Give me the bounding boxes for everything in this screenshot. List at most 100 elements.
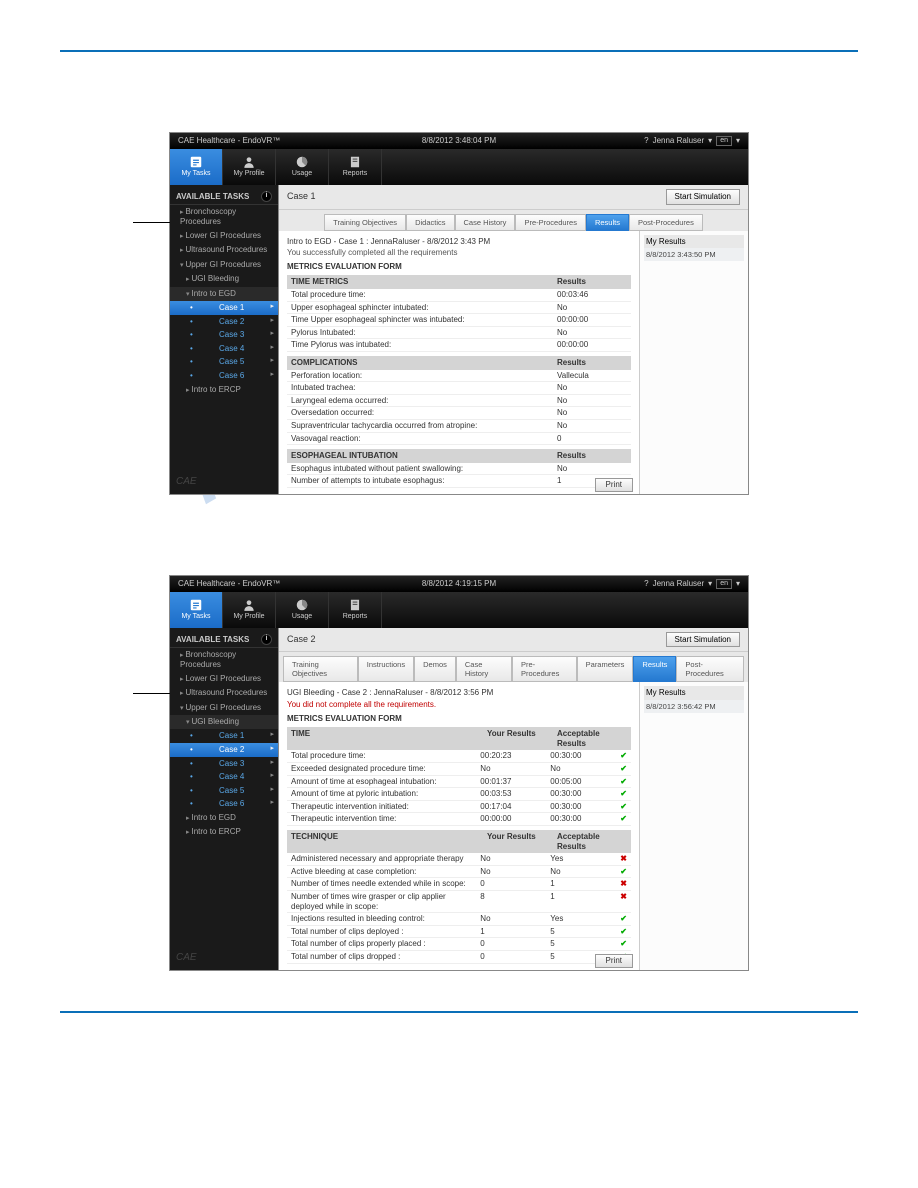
metrics-panel: UGI Bleeding - Case 2 : JennaRaluser - 8…: [279, 682, 639, 969]
toolbar-label: Usage: [292, 613, 312, 621]
title-bar: CAE Healthcare - EndoVR™ 8/8/2012 4:19:1…: [170, 576, 748, 592]
info-icon[interactable]: i: [261, 191, 272, 202]
sidebar-item[interactable]: Intro to ERCP: [170, 825, 278, 839]
sidebar-header: AVAILABLE TASKS i: [170, 189, 278, 205]
tab[interactable]: Results: [586, 214, 629, 231]
sidebar-case[interactable]: Case 6▸: [170, 369, 278, 383]
user-name[interactable]: Jenna Raluser: [653, 136, 705, 146]
help-icon[interactable]: ?: [644, 136, 648, 146]
toolbar-usage[interactable]: Usage: [276, 149, 329, 185]
metric-row: Number of times needle extended while in…: [287, 878, 631, 891]
sidebar-case[interactable]: Case 3▸: [170, 757, 278, 771]
tab[interactable]: Post-Procedures: [629, 214, 703, 231]
tab[interactable]: Case History: [455, 214, 516, 231]
my-results-header: My Results: [644, 686, 744, 700]
tab[interactable]: Demos: [414, 656, 456, 682]
check-icon: ✔: [620, 764, 627, 774]
content-area: Case 2 Start Simulation Training Objecti…: [278, 628, 748, 970]
tab[interactable]: Post-Procedures: [676, 656, 744, 682]
check-icon: ✔: [620, 914, 627, 924]
lang-menu-icon[interactable]: ▾: [736, 579, 740, 589]
system-time: 8/8/2012 3:48:04 PM: [399, 136, 519, 146]
profile-icon: [241, 155, 257, 169]
sidebar-case[interactable]: Case 2▸: [170, 315, 278, 329]
tab[interactable]: Case History: [456, 656, 512, 682]
tab[interactable]: Parameters: [577, 656, 634, 682]
title-bar: CAE Healthcare - EndoVR™ 8/8/2012 3:48:0…: [170, 133, 748, 149]
sidebar-item[interactable]: Ultrasound Procedures: [170, 686, 278, 700]
form-title: METRICS EVALUATION FORM: [287, 714, 631, 724]
result-timestamp[interactable]: 8/8/2012 3:56:42 PM: [644, 700, 744, 713]
toolbar-my-tasks[interactable]: My Tasks: [170, 149, 223, 185]
status-line: You successfully completed all the requi…: [287, 248, 631, 258]
check-icon: ✔: [620, 777, 627, 787]
print-button[interactable]: Print: [595, 478, 633, 492]
tab[interactable]: Results: [633, 656, 676, 682]
tabs: Training Objectives Didactics Case Histo…: [279, 210, 748, 231]
toolbar-my-tasks[interactable]: My Tasks: [170, 592, 223, 628]
reports-icon: [347, 155, 363, 169]
sidebar-case[interactable]: Case 2▸: [170, 743, 278, 757]
user-menu-icon[interactable]: ▾: [708, 136, 712, 146]
metric-row: Vasovagal reaction:0: [287, 433, 631, 446]
screenshot-2-wrap: CAE Healthcare - EndoVR™ 8/8/2012 4:19:1…: [169, 575, 749, 971]
tab[interactable]: Training Objectives: [283, 656, 358, 682]
tab[interactable]: Pre-Procedures: [512, 656, 577, 682]
check-icon: ✔: [620, 867, 627, 877]
metric-row: Total number of clips dropped :05✔: [287, 951, 631, 964]
cae-logo: CAE: [176, 952, 197, 964]
tab[interactable]: Instructions: [358, 656, 414, 682]
sidebar-item[interactable]: Lower GI Procedures: [170, 672, 278, 686]
sidebar-case[interactable]: Case 5▸: [170, 355, 278, 369]
toolbar-my-profile[interactable]: My Profile: [223, 592, 276, 628]
sidebar-case[interactable]: Case 1▸: [170, 729, 278, 743]
user-name[interactable]: Jenna Raluser: [653, 579, 705, 589]
system-time: 8/8/2012 4:19:15 PM: [399, 579, 519, 589]
lang-menu-icon[interactable]: ▾: [736, 136, 740, 146]
toolbar-reports[interactable]: Reports: [329, 149, 382, 185]
sidebar-case[interactable]: Case 4▸: [170, 342, 278, 356]
metric-row: Upper esophageal sphincter intubated:No: [287, 302, 631, 315]
tab[interactable]: Training Objectives: [324, 214, 406, 231]
start-simulation-button[interactable]: Start Simulation: [666, 189, 740, 205]
toolbar-reports[interactable]: Reports: [329, 592, 382, 628]
help-icon[interactable]: ?: [644, 579, 648, 589]
tab[interactable]: Pre-Procedures: [515, 214, 586, 231]
sidebar-item[interactable]: Intro to ERCP: [170, 383, 278, 397]
print-button[interactable]: Print: [595, 954, 633, 968]
info-icon[interactable]: i: [261, 634, 272, 645]
case-line: UGI Bleeding - Case 2 : JennaRaluser - 8…: [287, 688, 631, 698]
sidebar-case[interactable]: Case 4▸: [170, 770, 278, 784]
sidebar-case[interactable]: Case 6▸: [170, 797, 278, 811]
sidebar-item[interactable]: UGI Bleeding: [170, 272, 278, 286]
metric-row: Oversedation occurred:No: [287, 407, 631, 420]
start-simulation-button[interactable]: Start Simulation: [666, 632, 740, 648]
sidebar-item[interactable]: Bronchoscopy Procedures: [170, 648, 278, 672]
toolbar-usage[interactable]: Usage: [276, 592, 329, 628]
sidebar-item[interactable]: Upper GI Procedures: [170, 258, 278, 272]
metric-row: Therapeutic intervention time:00:00:0000…: [287, 813, 631, 826]
sidebar-item[interactable]: Lower GI Procedures: [170, 229, 278, 243]
result-timestamp[interactable]: 8/8/2012 3:43:50 PM: [644, 248, 744, 261]
sidebar-case[interactable]: Case 5▸: [170, 784, 278, 798]
toolbar-label: My Tasks: [181, 170, 210, 178]
sidebar-item[interactable]: Intro to EGD: [170, 811, 278, 825]
sidebar-case[interactable]: Case 1▸: [170, 301, 278, 315]
sidebar-item[interactable]: Intro to EGD: [170, 287, 278, 301]
top-rule: [60, 50, 858, 52]
tab[interactable]: Didactics: [406, 214, 454, 231]
toolbar-my-profile[interactable]: My Profile: [223, 149, 276, 185]
sidebar-item[interactable]: Ultrasound Procedures: [170, 243, 278, 257]
language-badge[interactable]: en: [716, 136, 732, 146]
sidebar-item[interactable]: UGI Bleeding: [170, 715, 278, 729]
metric-row: Total number of clips properly placed :0…: [287, 938, 631, 951]
metric-row: Number of attempts to intubate esophagus…: [287, 475, 631, 488]
toolbar-label: My Profile: [233, 613, 264, 621]
sidebar: AVAILABLE TASKS i Bronchoscopy Procedure…: [170, 628, 278, 970]
user-menu-icon[interactable]: ▾: [708, 579, 712, 589]
sidebar-item[interactable]: Bronchoscopy Procedures: [170, 205, 278, 229]
language-badge[interactable]: en: [716, 579, 732, 589]
sidebar-case[interactable]: Case 3▸: [170, 328, 278, 342]
sidebar-item[interactable]: Upper GI Procedures: [170, 701, 278, 715]
case-line: Intro to EGD - Case 1 : JennaRaluser - 8…: [287, 237, 631, 247]
